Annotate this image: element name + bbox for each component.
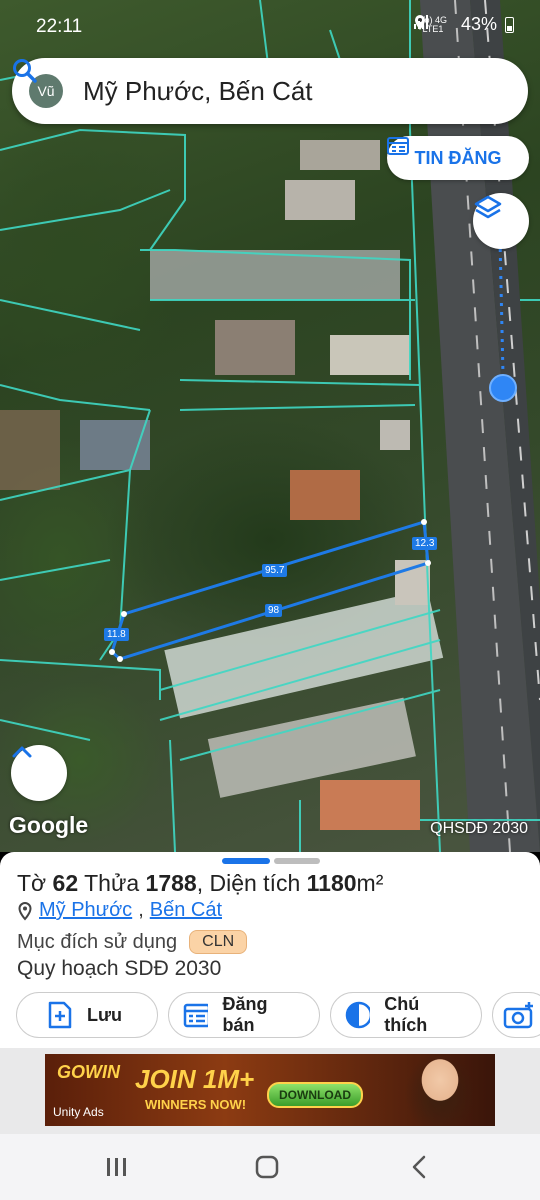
- save-button[interactable]: Lưu: [16, 992, 158, 1038]
- post-for-sale-label: Đăng bán: [222, 994, 268, 1035]
- status-time: 22:11: [36, 16, 83, 37]
- back-icon[interactable]: [404, 1152, 434, 1182]
- search-input[interactable]: Mỹ Phước, Bến Cát: [83, 76, 470, 107]
- layers-button[interactable]: [473, 193, 529, 249]
- search-icon[interactable]: [13, 59, 510, 111]
- save-plus-icon: [48, 1001, 72, 1029]
- sheet-number: 62: [52, 870, 79, 896]
- map-view[interactable]: 95.7 12.3 98 11.8 22:11 Vo) 4G LTE1 43% …: [0, 0, 540, 852]
- ward-link[interactable]: Mỹ Phước: [39, 899, 132, 922]
- location-pin-icon: [18, 901, 32, 920]
- measure-label-right: 12.3: [412, 537, 438, 550]
- chevron-up-icon: [12, 746, 32, 758]
- ad-model-image: [380, 1054, 490, 1126]
- status-bar: 22:11 Vo) 4G LTE1 43%: [0, 0, 540, 52]
- plan-label: Quy hoạch SDĐ 2030: [17, 957, 222, 980]
- expand-up-button[interactable]: [11, 745, 67, 801]
- area-value: 1180: [306, 870, 357, 896]
- parcel-info-sheet[interactable]: Tờ 62 Thửa 1788, Diện tích 1180m² Mỹ Phư…: [0, 852, 540, 1048]
- comma-separator: ,: [138, 899, 144, 921]
- search-bar[interactable]: Vũ Mỹ Phước, Bến Cát: [12, 58, 528, 124]
- ad-banner[interactable]: GOWIN Unity Ads JOIN 1M+ WINNERS NOW! DO…: [45, 1054, 495, 1126]
- action-row: Lưu Đăng bán Chú thích: [16, 992, 540, 1038]
- sheet-handle-active[interactable]: [222, 858, 270, 864]
- recent-apps-icon[interactable]: [102, 1152, 132, 1182]
- ad-brand: GOWIN: [57, 1062, 120, 1082]
- current-location-dot: [489, 374, 517, 402]
- listing-icon: [387, 137, 409, 155]
- lot-number: 1788: [145, 870, 197, 896]
- measure-label-left: 11.8: [104, 628, 129, 641]
- map-layer: [0, 0, 540, 852]
- sheet-label: Tờ: [17, 870, 47, 896]
- post-listing-label: TIN ĐĂNG: [414, 147, 502, 168]
- half-circle-icon: [345, 1001, 371, 1029]
- google-attribution: Google: [9, 812, 89, 838]
- post-for-sale-button[interactable]: Đăng bán: [168, 992, 320, 1038]
- camera-add-button[interactable]: [492, 992, 540, 1038]
- area-label: , Diện tích: [196, 870, 301, 896]
- layers-icon: [474, 195, 502, 219]
- ad-download-button[interactable]: DOWNLOAD: [267, 1082, 363, 1108]
- land-use-badge[interactable]: CLN: [189, 930, 248, 954]
- home-icon[interactable]: [252, 1152, 282, 1182]
- land-use-row: Mục đích sử dụng CLN: [17, 930, 248, 954]
- sheet-handle[interactable]: [274, 858, 320, 864]
- battery-icon: [505, 16, 514, 33]
- parcel-title: Tờ 62 Thửa 1788, Diện tích 1180m²: [17, 870, 383, 897]
- ad-headline: JOIN 1M+: [135, 1064, 255, 1094]
- district-link[interactable]: Bến Cát: [150, 899, 222, 922]
- camera-add-icon: [503, 1002, 533, 1029]
- system-nav-bar: [0, 1134, 540, 1200]
- ad-network: Unity Ads: [53, 1105, 104, 1119]
- legend-label: Chú thích: [384, 994, 428, 1035]
- planning-overlay-label: QHSDĐ 2030: [430, 820, 528, 837]
- measure-label-bottom: 98: [265, 604, 283, 617]
- save-label: Lưu: [87, 1004, 123, 1025]
- land-use-label: Mục đích sử dụng: [17, 930, 178, 953]
- post-listing-button[interactable]: TIN ĐĂNG: [387, 136, 529, 180]
- ad-container: GOWIN Unity Ads JOIN 1M+ WINNERS NOW! DO…: [0, 1048, 540, 1134]
- area-unit: m²: [356, 870, 384, 896]
- calendar-list-icon: [183, 1003, 209, 1028]
- ad-subline: WINNERS NOW!: [145, 1097, 247, 1112]
- signal-2-icon: [413, 15, 428, 29]
- legend-button[interactable]: Chú thích: [330, 992, 482, 1038]
- parcel-location: Mỹ Phước, Bến Cát: [17, 899, 222, 922]
- battery-percent: 43%: [460, 14, 497, 34]
- measure-label-top: 95.7: [262, 564, 288, 577]
- lot-label: Thửa: [84, 870, 140, 896]
